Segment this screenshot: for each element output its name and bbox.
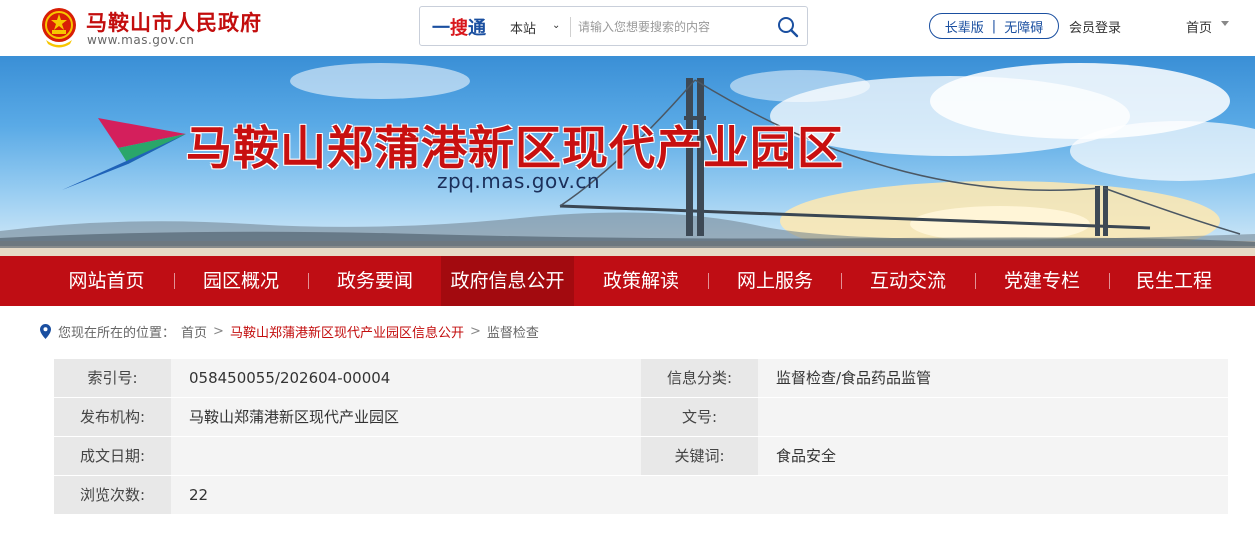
member-login-link[interactable]: 会员登录 xyxy=(1069,17,1121,36)
date-value xyxy=(171,437,641,475)
search-scope-select[interactable]: 本站 xyxy=(510,18,536,37)
breadcrumb-separator: > xyxy=(469,323,481,339)
nav-item-policy[interactable]: 政策解读 xyxy=(575,256,707,306)
home-link[interactable]: 首页 xyxy=(1186,17,1212,36)
pill-separator: | xyxy=(991,18,997,34)
search-divider xyxy=(570,17,571,37)
breadcrumb: 您现在所在的位置： 首页 > 马鞍山郑蒲港新区现代产业园区信息公开 > 监督检查 xyxy=(40,321,539,341)
empty-cell xyxy=(641,476,1228,514)
keywords-value: 食品安全 xyxy=(758,437,1228,475)
breadcrumb-prefix: 您现在所在的位置： xyxy=(58,325,176,341)
nav-item-news[interactable]: 政务要闻 xyxy=(309,256,441,306)
category-label: 信息分类: xyxy=(641,359,758,397)
chevron-down-icon[interactable]: ⌄ xyxy=(552,20,560,31)
banner-url: zpq.mas.gov.cn xyxy=(437,169,601,193)
info-row: 发布机构: 马鞍山郑蒲港新区现代产业园区 文号: xyxy=(54,398,1228,437)
location-pin-icon xyxy=(40,323,51,339)
docno-label: 文号: xyxy=(641,398,758,436)
banner: 马鞍山郑蒲港新区现代产业园区 zpq.mas.gov.cn xyxy=(0,56,1255,256)
nav-item-party[interactable]: 党建专栏 xyxy=(976,256,1108,306)
publisher-label: 发布机构: xyxy=(54,398,171,436)
main-nav: 网站首页 园区概况 政务要闻 政府信息公开 政策解读 网上服务 互动交流 党建专… xyxy=(0,256,1255,306)
breadcrumb-section[interactable]: 马鞍山郑蒲港新区现代产业园区信息公开 xyxy=(230,322,464,341)
accessibility-pill: 长辈版 | 无障碍 xyxy=(929,13,1059,39)
views-value: 22 xyxy=(171,476,641,514)
info-row: 索引号: 058450055/202604-00004 信息分类: 监督检查/食… xyxy=(54,359,1228,398)
nav-item-livelihood[interactable]: 民生工程 xyxy=(1110,256,1238,306)
docno-value xyxy=(758,398,1228,436)
elder-mode-link[interactable]: 长辈版 xyxy=(945,17,984,36)
breadcrumb-current[interactable]: 监督检查 xyxy=(487,322,539,341)
index-label: 索引号: xyxy=(54,359,171,397)
breadcrumb-separator: > xyxy=(213,323,224,339)
nav-item-overview[interactable]: 园区概况 xyxy=(175,256,307,306)
views-label: 浏览次数: xyxy=(54,476,171,514)
breadcrumb-home[interactable]: 首页 xyxy=(181,322,207,341)
nav-item-online-service[interactable]: 网上服务 xyxy=(709,256,841,306)
index-value: 058450055/202604-00004 xyxy=(171,359,641,397)
publisher-value: 马鞍山郑蒲港新区现代产业园区 xyxy=(171,398,641,436)
keywords-label: 关键词: xyxy=(641,437,758,475)
top-bar: 马鞍山市人民政府 www.mas.gov.cn 一搜通 本站 ⌄ 长辈版 | 无… xyxy=(0,0,1255,56)
nav-item-interaction[interactable]: 互动交流 xyxy=(842,256,974,306)
search-box: 一搜通 本站 ⌄ xyxy=(419,6,808,46)
info-row: 成文日期: 关键词: 食品安全 xyxy=(54,437,1228,476)
nav-item-home[interactable]: 网站首页 xyxy=(40,256,173,306)
park-logo-icon xyxy=(62,118,186,190)
search-brand: 一搜通 xyxy=(432,18,486,39)
site-url: www.mas.gov.cn xyxy=(87,33,195,47)
search-icon[interactable] xyxy=(776,15,800,39)
nav-item-info-disclosure[interactable]: 政府信息公开 xyxy=(441,256,574,306)
date-label: 成文日期: xyxy=(54,437,171,475)
national-emblem-icon xyxy=(42,8,76,48)
caret-down-icon[interactable] xyxy=(1221,21,1229,26)
search-input[interactable] xyxy=(578,15,768,39)
barrier-free-link[interactable]: 无障碍 xyxy=(1004,17,1043,36)
info-row: 浏览次数: 22 xyxy=(54,476,1228,515)
category-value: 监督检查/食品药品监管 xyxy=(758,359,1228,397)
